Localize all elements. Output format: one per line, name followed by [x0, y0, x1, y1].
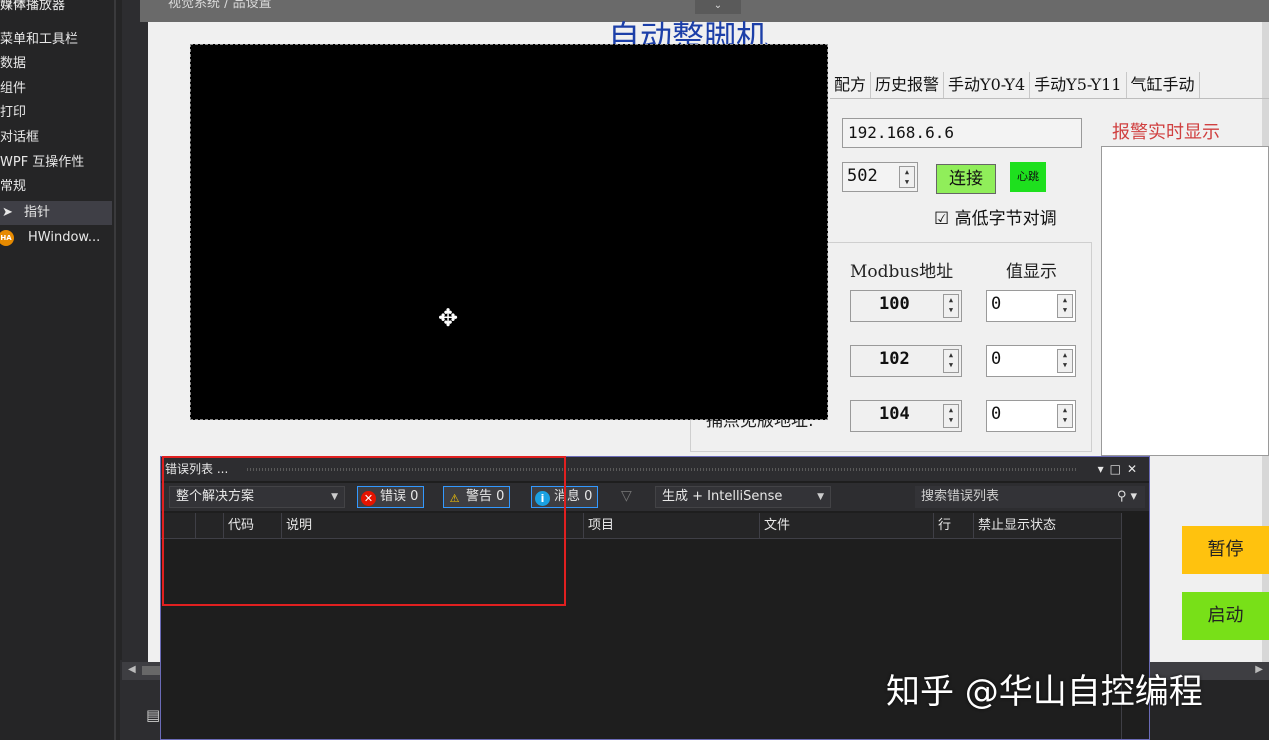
byte-swap-checkbox[interactable]: ☑ 高低字节对调: [934, 204, 1057, 229]
toolbox-item-pointer[interactable]: ➤ 指针: [0, 201, 112, 225]
toolbox-category-general[interactable]: 常规: [0, 175, 112, 199]
toolbox-category-media-player[interactable]: 媒体播放器: [0, 0, 112, 18]
build-filter-select[interactable]: 生成 + IntelliSense ▼: [655, 486, 831, 508]
toolbox-item-hwindow-label: HWindow...: [28, 230, 101, 245]
form-tab-control: 配方 历史报警 手动Y0-Y4 手动Y5-Y11 气缸手动: [830, 72, 1200, 98]
toolbox-category-wpf-interop[interactable]: WPF 互操作性: [0, 151, 112, 175]
maximize-icon[interactable]: □: [1110, 462, 1127, 476]
toolbox-category-menus-toolbars[interactable]: 菜单和工具栏: [0, 28, 112, 52]
port-stepper[interactable]: 502 ▲ ▼: [842, 162, 918, 192]
scroll-right-icon[interactable]: ▶: [1255, 664, 1263, 675]
dropdown-icon[interactable]: ▾: [1098, 462, 1110, 476]
tab-cylinder-manual[interactable]: 气缸手动: [1127, 72, 1200, 98]
search-placeholder: 搜索错误列表: [921, 489, 1000, 504]
start-button[interactable]: 启动: [1182, 592, 1269, 640]
toolbox-item-pointer-label: 指针: [24, 205, 51, 220]
stepper-arrows-icon[interactable]: ▲ ▼: [1057, 404, 1073, 428]
column-line[interactable]: 行: [933, 513, 973, 539]
search-icon[interactable]: ⚲ ▾: [1117, 486, 1137, 508]
column-project[interactable]: 项目: [583, 513, 759, 539]
column-suppression-state[interactable]: 禁止显示状态: [973, 513, 1121, 539]
halcon-icon: HA: [0, 229, 14, 246]
port-value: 502: [847, 166, 878, 186]
modbus-address-stepper-2[interactable]: 102 ▲ ▼: [850, 345, 962, 377]
modbus-address-stepper-1[interactable]: 100 ▲ ▼: [850, 290, 962, 322]
toolbox-category-data[interactable]: 数据: [0, 52, 112, 76]
value-display-value: 0: [991, 349, 1002, 369]
stepper-arrows-icon[interactable]: ▲ ▼: [1057, 349, 1073, 373]
tab-recipe[interactable]: 配方: [830, 72, 872, 98]
heartbeat-indicator: 心跳: [1010, 162, 1046, 192]
value-display-value: 0: [991, 294, 1002, 314]
alarm-realtime-list[interactable]: [1101, 146, 1269, 456]
value-display-stepper-3[interactable]: 0 ▲ ▼: [986, 400, 1076, 432]
value-display-header: 值显示: [1006, 262, 1057, 282]
value-display-value: 0: [991, 404, 1002, 424]
window-controls: ▾□✕: [1098, 457, 1143, 481]
modbus-address-header: Modbus地址: [850, 262, 954, 282]
toolbox-panel: 容器 媒体播放器 菜单和工具栏 数据 组件 打印 对话框 WPF 互操作性 常规…: [0, 0, 120, 740]
filter-funnel-icon[interactable]: ▽: [621, 488, 632, 504]
alarm-realtime-title: 报警实时显示: [1112, 122, 1220, 143]
pointer-arrow-icon: ➤: [2, 205, 13, 220]
highlight-annotation-box: [162, 456, 566, 606]
stepper-arrows-icon[interactable]: ▲ ▼: [899, 166, 915, 188]
move-handle-icon[interactable]: ✥: [435, 305, 461, 331]
stepper-arrows-icon[interactable]: ▲ ▼: [943, 349, 959, 373]
ip-address-input[interactable]: 192.168.6.6: [842, 118, 1082, 148]
tab-alarm-history[interactable]: 历史报警: [871, 72, 945, 98]
modbus-address-value: 102: [879, 349, 910, 369]
connect-button[interactable]: 连接: [936, 164, 996, 194]
toolbox-splitter[interactable]: [114, 0, 116, 740]
toolbox-item-hwindow[interactable]: HA HWindow...: [0, 226, 112, 250]
watermark: 知乎 @华山自控编程: [886, 672, 1203, 712]
toolbox-category-components[interactable]: 组件: [0, 77, 112, 101]
side-panel-icon[interactable]: ▤: [146, 706, 160, 724]
build-filter-value: 生成 + IntelliSense: [662, 489, 783, 504]
tab-manual-y0-y4[interactable]: 手动Y0-Y4: [944, 72, 1031, 98]
close-icon[interactable]: ✕: [1127, 462, 1143, 476]
stepper-arrows-icon[interactable]: ▲ ▼: [1057, 294, 1073, 318]
document-path[interactable]: 视觉系统 / 品设置: [168, 0, 272, 11]
value-display-stepper-2[interactable]: 0 ▲ ▼: [986, 345, 1076, 377]
chevron-down-icon: ▼: [817, 492, 824, 502]
toolbox-category-dialogs[interactable]: 对话框: [0, 126, 112, 150]
tab-manual-y5-y11[interactable]: 手动Y5-Y11: [1030, 72, 1127, 98]
halcon-image-window[interactable]: [190, 44, 828, 420]
search-error-list-input[interactable]: 搜索错误列表 ⚲ ▾: [915, 486, 1145, 508]
modbus-address-value: 100: [879, 294, 910, 314]
stepper-arrows-icon[interactable]: ▲ ▼: [943, 294, 959, 318]
column-file[interactable]: 文件: [759, 513, 933, 539]
pause-button[interactable]: 暂停: [1182, 526, 1269, 574]
tab-divider: [830, 98, 1269, 99]
value-display-stepper-1[interactable]: 0 ▲ ▼: [986, 290, 1076, 322]
toolbox-category-printing[interactable]: 打印: [0, 101, 112, 125]
scroll-left-icon[interactable]: ◀: [128, 664, 136, 675]
stepper-arrows-icon[interactable]: ▲ ▼: [943, 404, 959, 428]
modbus-address-value: 104: [879, 404, 910, 424]
modbus-address-stepper-3[interactable]: 104 ▲ ▼: [850, 400, 962, 432]
